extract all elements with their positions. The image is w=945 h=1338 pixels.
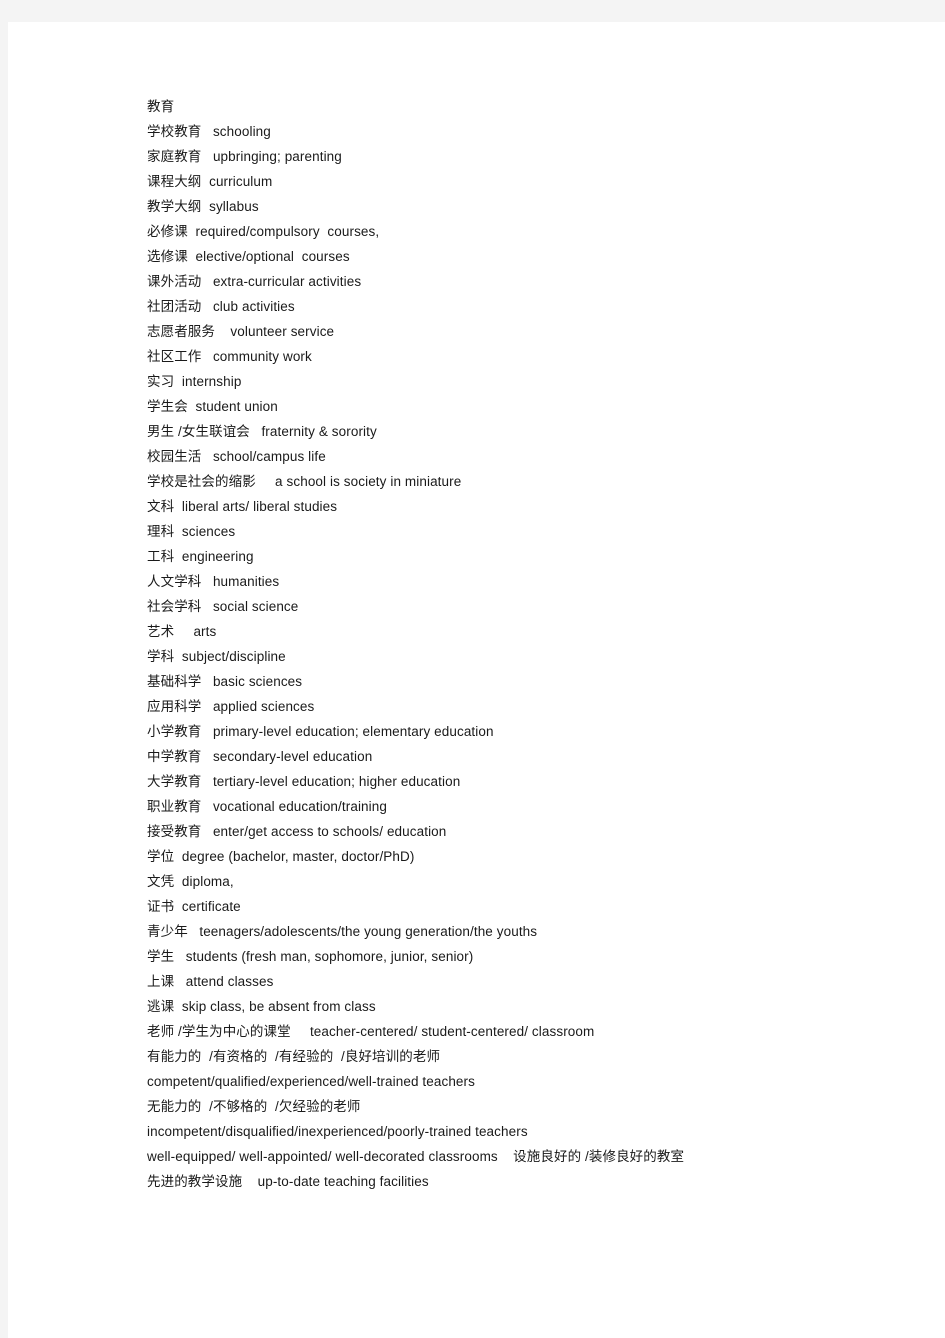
vocabulary-line: 课程大纲 curriculum bbox=[147, 174, 273, 189]
vocabulary-line: 青少年 teenagers/adolescents/the young gene… bbox=[147, 924, 538, 939]
vocabulary-line: 必修课 required/compulsory courses, bbox=[147, 224, 380, 239]
vocabulary-line: 男生 /女生联谊会 fraternity & sorority bbox=[147, 424, 377, 439]
vocabulary-line: 学校教育 schooling bbox=[147, 124, 271, 139]
vocabulary-line: 课外活动 extra-curricular activities bbox=[147, 274, 362, 289]
vocabulary-line: 大学教育 tertiary-level education; higher ed… bbox=[147, 774, 461, 789]
vocabulary-line: 文凭 diploma, bbox=[147, 874, 234, 889]
vocabulary-line: 志愿者服务 volunteer service bbox=[147, 324, 335, 339]
vocabulary-line: 学生 students (fresh man, sophomore, junio… bbox=[147, 949, 474, 964]
vocabulary-line: 理科 sciences bbox=[147, 524, 236, 539]
vocabulary-line: 基础科学 basic sciences bbox=[147, 674, 303, 689]
vocabulary-line: 学位 degree (bachelor, master, doctor/PhD) bbox=[147, 849, 415, 864]
vocabulary-line: 上课 attend classes bbox=[147, 974, 274, 989]
vocabulary-line: 校园生活 school/campus life bbox=[147, 449, 326, 464]
vocabulary-line: 工科 engineering bbox=[147, 549, 254, 564]
vocabulary-line: incompetent/disqualified/inexperienced/p… bbox=[147, 1124, 528, 1139]
document-page: 教育学校教育 schooling 家庭教育 upbringing; parenti… bbox=[8, 22, 945, 1338]
vocabulary-line: 社区工作 community work bbox=[147, 349, 312, 364]
vocabulary-line: 应用科学 applied sciences bbox=[147, 699, 315, 714]
vocabulary-line: 有能力的 /有资格的 /有经验的 /良好培训的老师 bbox=[147, 1049, 441, 1064]
vocabulary-line: 家庭教育 upbringing; parenting bbox=[147, 149, 342, 164]
vocabulary-line: 接受教育 enter/get access to schools/ educat… bbox=[147, 824, 447, 839]
document-text-body: 教育学校教育 schooling 家庭教育 upbringing; parenti… bbox=[147, 94, 927, 1194]
vocabulary-line: competent/qualified/experienced/well-tra… bbox=[147, 1074, 475, 1089]
vocabulary-line: 选修课 elective/optional courses bbox=[147, 249, 350, 264]
vocabulary-line: 中学教育 secondary-level education bbox=[147, 749, 373, 764]
vocabulary-line: 人文学科 humanities bbox=[147, 574, 280, 589]
vocabulary-line: 实习 internship bbox=[147, 374, 242, 389]
vocabulary-line: 老师 /学生为中心的课堂 teacher-centered/ student-c… bbox=[147, 1024, 595, 1039]
document-heading: 教育 bbox=[147, 99, 175, 114]
vocabulary-line: 证书 certificate bbox=[147, 899, 241, 914]
vocabulary-line: 社团活动 club activities bbox=[147, 299, 295, 314]
vocabulary-line: 学科 subject/discipline bbox=[147, 649, 286, 664]
vocabulary-line: 逃课 skip class, be absent from class bbox=[147, 999, 376, 1014]
vocabulary-line: 先进的教学设施 up-to-date teaching facilities bbox=[147, 1174, 429, 1189]
vocabulary-line: 艺术 arts bbox=[147, 624, 217, 639]
vocabulary-line: 教学大纲 syllabus bbox=[147, 199, 259, 214]
vocabulary-line: 职业教育 vocational education/training bbox=[147, 799, 387, 814]
vocabulary-line: 学生会 student union bbox=[147, 399, 278, 414]
vocabulary-line: 小学教育 primary-level education; elementary… bbox=[147, 724, 494, 739]
vocabulary-line: 文科 liberal arts/ liberal studies bbox=[147, 499, 338, 514]
vocabulary-line: well-equipped/ well-appointed/ well-deco… bbox=[147, 1149, 685, 1164]
vocabulary-line: 学校是社会的缩影 a school is society in miniatur… bbox=[147, 474, 462, 489]
vocabulary-line: 社会学科 social science bbox=[147, 599, 299, 614]
vocabulary-line: 无能力的 /不够格的 /欠经验的老师 bbox=[147, 1099, 361, 1114]
